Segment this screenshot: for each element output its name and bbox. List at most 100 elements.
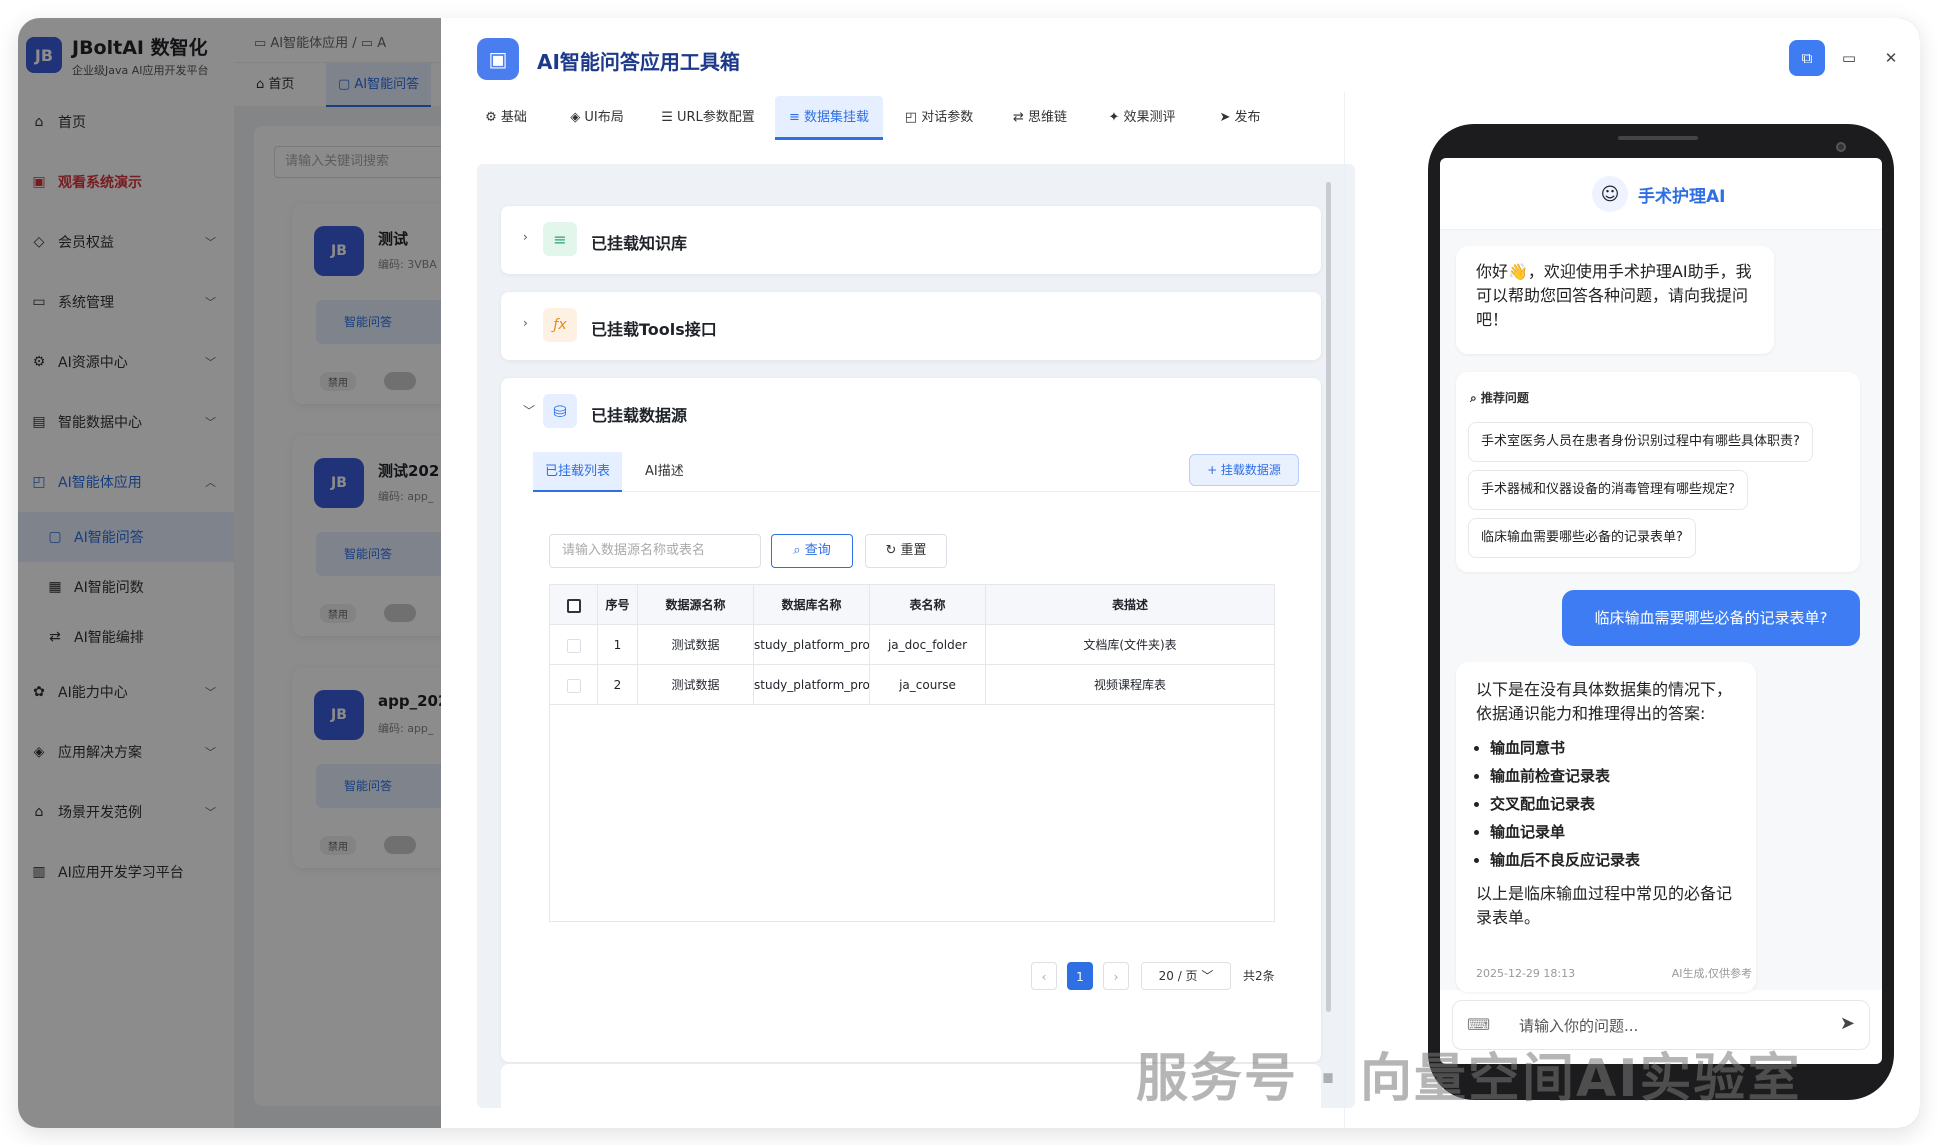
mount-datasource-button[interactable]: + 挂载数据源: [1189, 454, 1299, 486]
suggestion-chip[interactable]: 手术室医务人员在患者身份识别过程中有哪些具体职责?: [1468, 422, 1813, 462]
config-panel: › ≡ 已挂载知识库 › ƒx 已挂载Tools接口 ﹀ ⛁ 已挂载数据源 已挂…: [477, 164, 1355, 1108]
evaluation-icon: ✦: [1108, 110, 1124, 125]
section-title: 已挂载知识库: [591, 234, 688, 253]
phone-screen: ☺ 手术护理AI 你好👋，欢迎使用手术护理AI助手，我可以帮助您回答各种问题，请…: [1440, 158, 1882, 1064]
send-icon: ➤: [1219, 110, 1235, 125]
page-size-select[interactable]: 20 / 页 ﹀: [1141, 962, 1231, 990]
page-button[interactable]: 1: [1067, 962, 1093, 990]
list-item: 输血前检查记录表: [1490, 762, 1736, 790]
panel-divider: [1344, 92, 1345, 1128]
table-row[interactable]: 2 测试数据 study_platform_prod ja_course 视频课…: [550, 665, 1274, 705]
col-index: 序号: [598, 585, 638, 625]
cell-table-desc: 文档库(文件夹)表: [1083, 638, 1177, 652]
query-button[interactable]: ⌕ 查询: [771, 534, 853, 568]
tab-mounted-list[interactable]: 已挂载列表: [533, 452, 623, 492]
toolbox-icon: ▣: [477, 38, 519, 80]
select-all-checkbox[interactable]: [550, 585, 598, 625]
monitor-icon: ▭: [1841, 49, 1857, 67]
window-frame: JB JBoltAI 数智化 企业级Java AI应用开发平台 ⌂ 首页 ▣ 观看系…: [18, 18, 1920, 1128]
section-title: 已挂载数据源: [591, 406, 688, 425]
row-checkbox[interactable]: [550, 665, 598, 705]
tab-evaluation[interactable]: ✦ 效果测评: [1091, 96, 1193, 140]
split-view-icon: ⧉: [1801, 49, 1813, 67]
suggestions-panel: ⌕ 推荐问题 手术室医务人员在患者身份识别过程中有哪些具体职责? 手术器械和仪器…: [1456, 372, 1860, 572]
phone-speaker: [1618, 136, 1698, 140]
search-icon: ⌕: [793, 543, 805, 558]
pagination: ‹ 1 › 20 / 页 ﹀ 共2条: [1031, 962, 1291, 992]
suggestions-title: ⌕ 推荐问题: [1470, 391, 1529, 405]
tab-dataset-mount[interactable]: ≡ 数据集挂载: [775, 96, 883, 140]
cell-datasource-name: 测试数据: [638, 665, 754, 705]
section-title: 已挂载Tools接口: [591, 320, 717, 339]
prev-page-button[interactable]: ‹: [1031, 962, 1057, 990]
tab-publish[interactable]: ➤ 发布: [1199, 96, 1281, 140]
refresh-icon: ↻: [885, 543, 901, 558]
chevron-down-icon[interactable]: ﹀: [523, 402, 535, 419]
list-item: 输血后不良反应记录表: [1490, 846, 1736, 874]
col-table-name: 表名称: [870, 585, 986, 625]
cell-table-name: ja_doc_folder: [870, 625, 986, 665]
datasource-search-input[interactable]: 请输入数据源名称或表名: [549, 534, 761, 568]
tab-chain-of-thought[interactable]: ⇄ 思维链: [995, 96, 1085, 140]
user-message: 临床输血需要哪些必备的记录表单?: [1562, 590, 1860, 646]
scrollbar[interactable]: [1326, 182, 1331, 1012]
tab-basic[interactable]: ⚙ 基础: [465, 96, 547, 140]
split-view-button[interactable]: ⧉: [1789, 40, 1825, 76]
answer-list: 输血同意书 输血前检查记录表 交叉配血记录表 输血记录单 输血后不良反应记录表: [1490, 734, 1736, 874]
function-icon: ƒx: [543, 308, 577, 342]
watermark: 服务号 · 向量空间AI实验室: [1136, 1049, 1802, 1109]
modal-header: ▣ AI智能问答应用工具箱 ⧉ ▭ ✕: [441, 18, 1920, 92]
modal-title: AI智能问答应用工具箱: [537, 50, 740, 74]
database-icon: ≡: [788, 110, 804, 125]
chevron-right-icon: ›: [523, 230, 528, 244]
answer-note: AI生成,仅供参考: [1671, 967, 1752, 980]
close-button[interactable]: ✕: [1873, 40, 1909, 76]
tab-ui-layout[interactable]: ◈ UI布局: [553, 96, 641, 140]
cell-datasource-name: 测试数据: [638, 625, 754, 665]
datasource-icon: ⛁: [543, 394, 577, 428]
cell-database-name: study_platform_prod: [754, 665, 870, 705]
greeting-message: 你好👋，欢迎使用手术护理AI助手，我可以帮助您回答各种问题，请向我提问吧！: [1456, 246, 1774, 354]
tab-url-params[interactable]: ☰ URL参数配置: [647, 96, 769, 140]
cell-table-name: ja_course: [870, 665, 986, 705]
toolbox-tabs: ⚙ 基础 ◈ UI布局 ☰ URL参数配置 ≡ 数据集挂载 ◰ 对话参数 ⇄ 思…: [465, 96, 1367, 140]
next-page-button[interactable]: ›: [1103, 962, 1129, 990]
datasource-table: 序号 数据源名称 数据库名称 表名称 表描述 1 测试数据 study_plat…: [549, 584, 1275, 922]
table-row[interactable]: 1 测试数据 study_platform_prod ja_doc_folder…: [550, 625, 1274, 665]
section-datasource: ﹀ ⛁ 已挂载数据源 已挂载列表 AI描述 + 挂载数据源 请输入数据源名称或表…: [501, 378, 1323, 1062]
cell-index: 1: [598, 625, 638, 665]
search-icon: ⌕: [1470, 391, 1481, 405]
close-icon: ✕: [1884, 49, 1898, 67]
list-item: 输血同意书: [1490, 734, 1736, 762]
chat-body: 你好👋，欢迎使用手术护理AI助手，我可以帮助您回答各种问题，请向我提问吧！ ⌕ …: [1440, 230, 1882, 992]
answer-message: 以下是在没有具体数据集的情况下，依据通识能力和推理得出的答案: 输血同意书 输血…: [1456, 662, 1756, 992]
answer-meta: 2025-12-29 18:13 AI生成,仅供参考: [1476, 962, 1752, 986]
chat-header: ☺ 手术护理AI: [1440, 158, 1882, 230]
section-knowledge-base[interactable]: › ≡ 已挂载知识库: [501, 206, 1321, 274]
flow-icon: ⇄: [1012, 110, 1028, 125]
col-table-desc: 表描述: [1111, 598, 1148, 612]
list-item: 输血记录单: [1490, 818, 1736, 846]
list-item: 交叉配血记录表: [1490, 790, 1736, 818]
answer-outro: 以上是临床输血过程中常见的必备记录表单。: [1476, 884, 1733, 927]
bot-avatar-icon: ☺: [1592, 176, 1628, 212]
robot-icon: ◰: [904, 110, 922, 125]
answer-intro: 以下是在没有具体数据集的情况下，依据通识能力和推理得出的答案:: [1476, 680, 1733, 723]
gear-icon: ⚙: [485, 110, 501, 125]
row-checkbox[interactable]: [550, 625, 598, 665]
suggestion-chip[interactable]: 手术器械和仪器设备的消毒管理有哪些规定?: [1468, 470, 1748, 510]
table-header: 序号 数据源名称 数据库名称 表名称 表描述: [550, 585, 1274, 625]
keyboard-icon[interactable]: ⌨: [1467, 1015, 1490, 1034]
cell-database-name: study_platform_prod: [754, 625, 870, 665]
fullscreen-button[interactable]: ▭: [1831, 40, 1867, 76]
reset-button[interactable]: ↻ 重置: [865, 534, 947, 568]
suggestion-chip[interactable]: 临床输血需要哪些必备的记录表单?: [1468, 518, 1696, 558]
section-tools[interactable]: › ƒx 已挂载Tools接口: [501, 292, 1321, 360]
col-datasource-name: 数据源名称: [638, 585, 754, 625]
tab-ai-description[interactable]: AI描述: [633, 452, 696, 492]
bot-name: 手术护理AI: [1638, 187, 1726, 207]
tab-dialog-params[interactable]: ◰ 对话参数: [889, 96, 989, 140]
phone-camera: [1836, 142, 1846, 152]
send-icon[interactable]: ➤: [1840, 1013, 1855, 1034]
cell-table-desc: 视频课程库表: [1093, 678, 1166, 692]
